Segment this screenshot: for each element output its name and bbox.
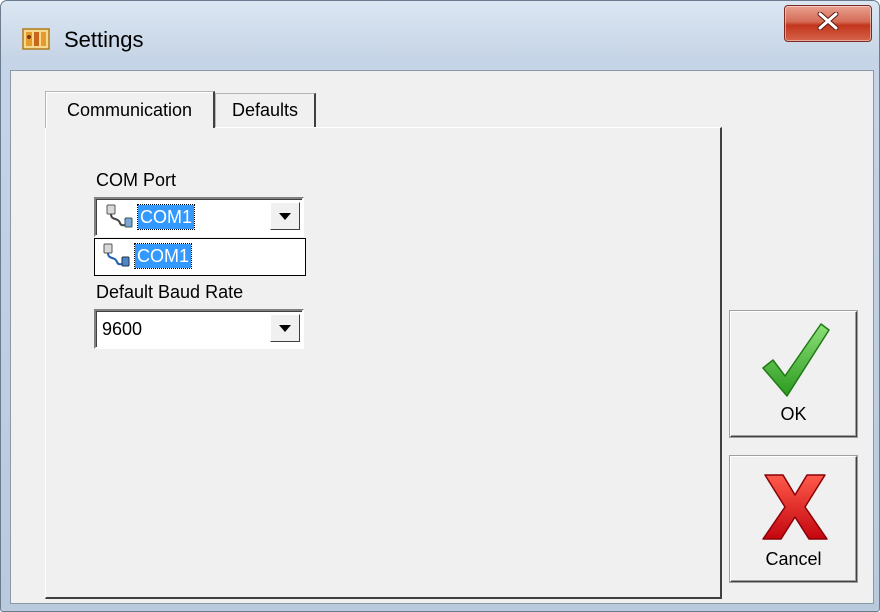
baud-rate-select[interactable]: 9600 — [94, 309, 304, 349]
tab-panel-communication: COM Port COM1 COM1 Default Baud Rate 960… — [45, 127, 722, 599]
com-port-label: COM Port — [96, 170, 177, 190]
x-icon — [761, 473, 829, 546]
com-port-select[interactable]: COM1 — [94, 197, 304, 237]
settings-app-icon — [21, 26, 51, 52]
chevron-down-icon — [279, 212, 291, 220]
com-port-dropdown-button[interactable] — [270, 202, 300, 230]
checkmark-icon — [759, 320, 831, 403]
ok-button[interactable]: OK — [730, 311, 857, 437]
settings-window: Settings COM Port COM1 COM1 Default Baud… — [0, 0, 880, 612]
serial-port-icon — [101, 243, 131, 269]
baud-rate-label: Default Baud Rate — [96, 282, 244, 302]
window-title: Settings — [64, 27, 144, 52]
baud-rate-dropdown-button[interactable] — [270, 314, 300, 342]
close-icon — [817, 11, 839, 35]
tab-communication-label: Communication — [66, 99, 193, 120]
tab-communication[interactable]: Communication — [45, 91, 215, 128]
dialog-client-area: COM Port COM1 COM1 Default Baud Rate 960… — [10, 70, 874, 604]
ok-button-label: OK — [780, 404, 807, 424]
tab-defaults-label: Defaults — [231, 100, 299, 120]
com-port-value: COM1 — [136, 204, 196, 230]
cancel-button-label: Cancel — [765, 549, 822, 569]
chevron-down-icon — [279, 324, 291, 332]
tab-defaults[interactable]: Defaults — [215, 93, 316, 127]
com-port-dropdown-list[interactable]: COM1 — [94, 238, 306, 276]
serial-port-icon — [104, 204, 134, 230]
com-port-option-label: COM1 — [133, 243, 193, 269]
close-button[interactable] — [784, 5, 872, 42]
baud-rate-value: 9600 — [102, 319, 143, 339]
title-bar[interactable]: Settings — [1, 1, 879, 71]
com-port-option[interactable]: COM1 — [95, 239, 305, 275]
cancel-button[interactable]: Cancel — [730, 456, 857, 582]
